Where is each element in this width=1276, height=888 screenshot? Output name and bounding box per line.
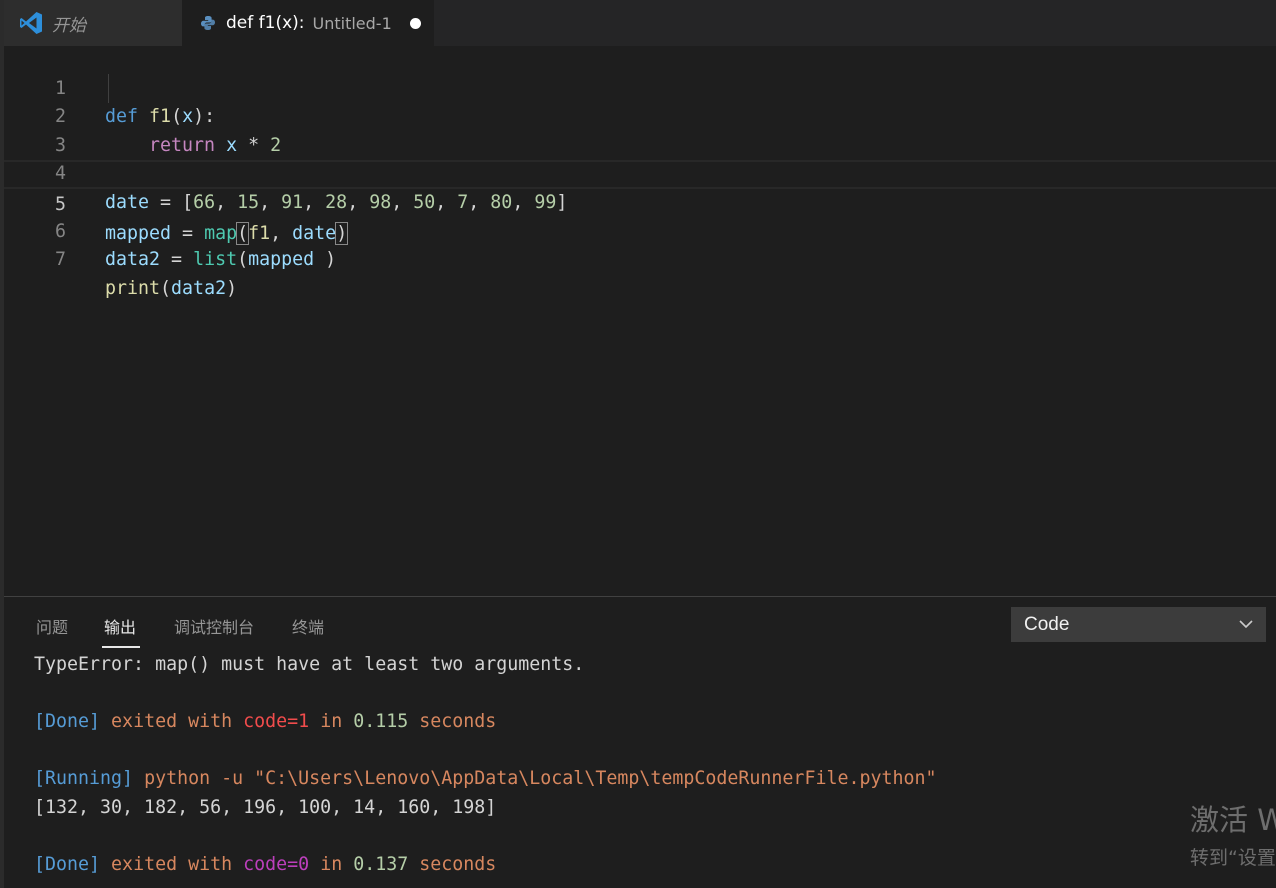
output-channel-value: Code	[1024, 614, 1070, 635]
output-result-line: [132, 30, 182, 56, 196, 100, 14, 160, 19…	[34, 797, 497, 818]
tab-title: def f1(x):	[226, 13, 305, 33]
code-line-current[interactable]: 5 mapped = map(f1, date)	[4, 160, 1276, 245]
tab-untitled-1[interactable]: def f1(x): Untitled-1	[182, 0, 434, 46]
tab-filename: Untitled-1	[312, 13, 392, 33]
python-file-icon	[201, 16, 215, 30]
code-line[interactable]: 7 print(data2)	[4, 218, 1276, 299]
code-line[interactable]: 4 date = [66, 15, 91, 28, 98, 50, 7, 80,…	[4, 132, 1276, 213]
tab-debug-console[interactable]: 调试控制台	[174, 614, 254, 638]
code-line[interactable]: 1 def f1(x):	[4, 46, 1276, 128]
chevron-down-icon	[1239, 620, 1253, 629]
windows-activation-watermark: 激活 W 转到“设置	[1190, 797, 1276, 870]
output-channel-select[interactable]: Code	[1011, 607, 1266, 642]
output-done-line: [Done] exited with code=0 in 0.137 secon…	[34, 854, 497, 876]
tab-terminal[interactable]: 终端	[292, 614, 324, 638]
tab-start-label: 开始	[52, 15, 86, 36]
code-line[interactable]: 6 data2 = list(mapped )	[4, 189, 1276, 271]
output-error-line: TypeError: map() must have at least two …	[34, 654, 585, 675]
code-line[interactable]: 3	[4, 103, 1276, 156]
code-text: data2 = list(mapped )	[105, 249, 337, 271]
unsaved-dot-icon[interactable]	[409, 17, 421, 29]
tab-output[interactable]: 输出	[104, 614, 136, 638]
watermark-line-2: 转到“设置	[1190, 847, 1276, 869]
tab-problems[interactable]: 问题	[36, 614, 68, 638]
panel-tab-bar: 问题 输出 调试控制台 终端 Code	[4, 597, 1276, 649]
code-line[interactable]: 2 return x * 2	[4, 75, 1276, 156]
output-running-line: [Running] python -u "C:\Users\Lenovo\App…	[34, 768, 937, 790]
code-text: print(data2)	[105, 277, 238, 299]
tab-start[interactable]: 开始	[4, 0, 182, 46]
line-number: 7	[54, 249, 66, 271]
vscode-logo-icon	[20, 12, 42, 34]
bottom-panel: 问题 输出 调试控制台 终端 Code TypeError: map() mus…	[4, 596, 1276, 888]
code-editor[interactable]: 1 def f1(x): 2 return x * 2 3 4 date = […	[4, 46, 1276, 596]
vscode-window: 开始 def f1(x): Untitled-1 1 def f1(x): 2 …	[0, 0, 1276, 888]
active-tab-indicator	[102, 646, 140, 648]
watermark-line-1: 激活 W	[1190, 803, 1276, 837]
editor-tab-bar: 开始 def f1(x): Untitled-1	[4, 0, 1276, 46]
output-done-line: [Done] exited with code=1 in 0.115 secon…	[34, 711, 497, 733]
